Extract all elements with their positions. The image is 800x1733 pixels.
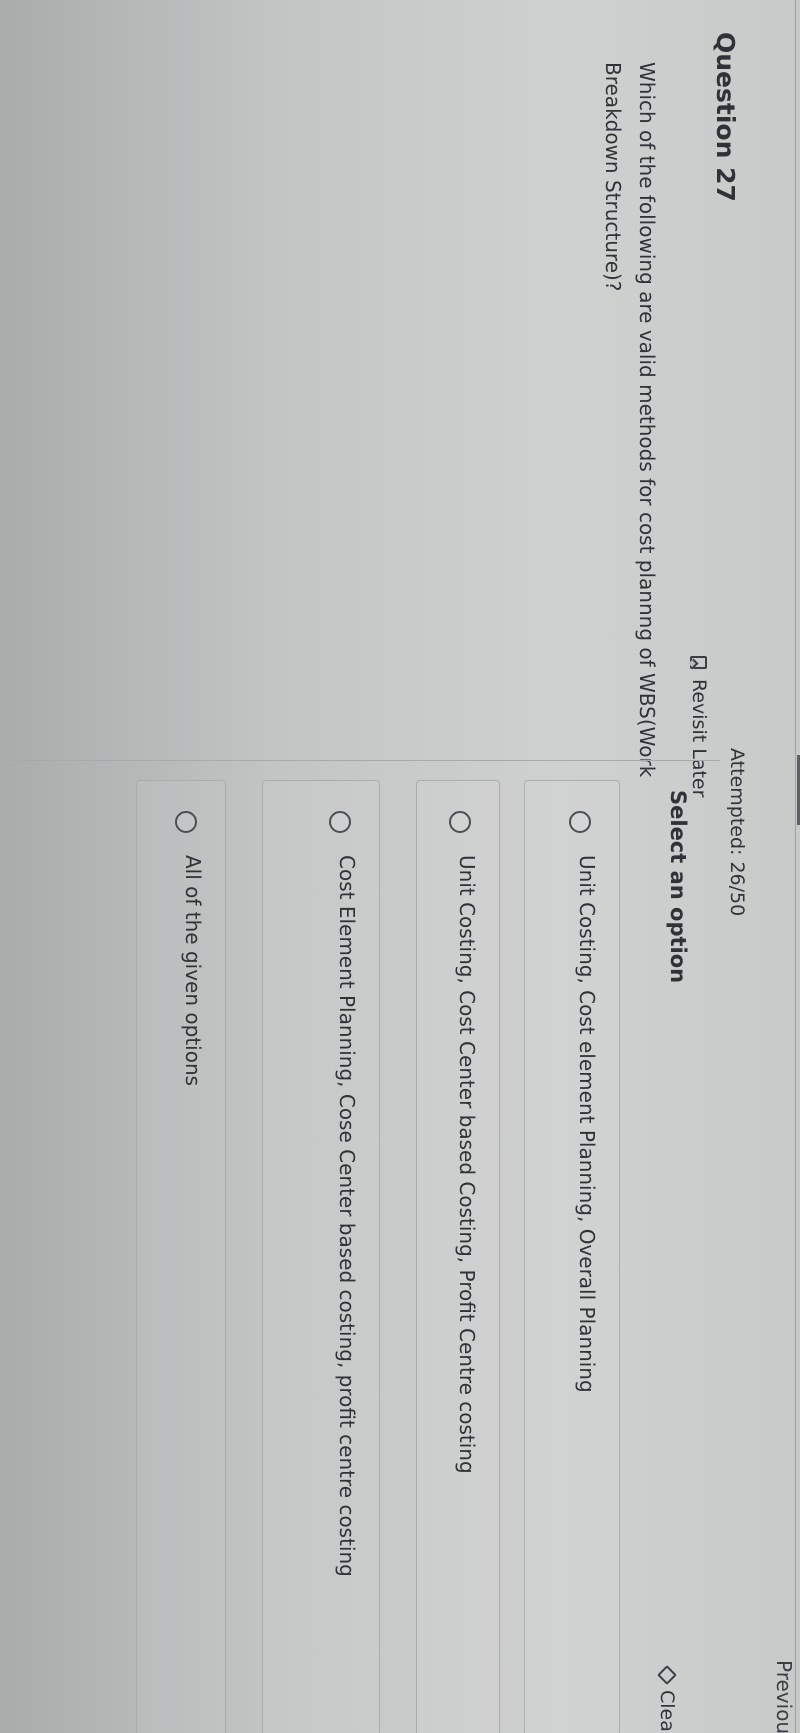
bookmark-icon bbox=[690, 656, 708, 669]
radio-icon[interactable] bbox=[569, 811, 591, 833]
eraser-icon bbox=[657, 1665, 677, 1685]
revisit-later-button[interactable]: Revisit Later bbox=[688, 656, 710, 797]
revisit-later-label: Revisit Later bbox=[688, 679, 710, 798]
previous-button[interactable]: Previou bbox=[772, 1660, 796, 1733]
answer-option-label: Unit Costing, Cost element Planning, Ove… bbox=[575, 855, 599, 1393]
header-divider bbox=[795, 0, 796, 1733]
clear-button[interactable]: Clear bbox=[656, 1665, 678, 1733]
attempted-count: Attempted: 26/50 bbox=[726, 748, 748, 917]
answer-option-label: Cost Element Planning, Cose Center based… bbox=[335, 855, 359, 1577]
panel-divider bbox=[0, 760, 720, 761]
clear-label: Clear bbox=[656, 1690, 678, 1733]
answer-option[interactable]: Cost Element Planning, Cose Center based… bbox=[262, 780, 380, 1733]
answer-option[interactable]: All of the given options bbox=[136, 780, 226, 1733]
answer-option[interactable]: Unit Costing, Cost element Planning, Ove… bbox=[524, 780, 620, 1733]
photo-stage: Previou Attempted: 26/50 Question 27 Rev… bbox=[0, 0, 800, 1733]
answer-option-label: Unit Costing, Cost Center based Costing,… bbox=[455, 855, 479, 1474]
question-text: Which of the following are valid methods… bbox=[601, 62, 659, 778]
question-number: Question 27 bbox=[711, 32, 740, 202]
answer-option[interactable]: Unit Costing, Cost Center based Costing,… bbox=[416, 780, 500, 1733]
radio-icon[interactable] bbox=[175, 811, 197, 833]
select-option-heading: Select an option bbox=[666, 790, 690, 984]
answer-option-label: All of the given options bbox=[181, 855, 205, 1087]
radio-icon[interactable] bbox=[449, 811, 471, 833]
quiz-page: Previou Attempted: 26/50 Question 27 Rev… bbox=[0, 0, 800, 1733]
radio-icon[interactable] bbox=[329, 811, 351, 833]
